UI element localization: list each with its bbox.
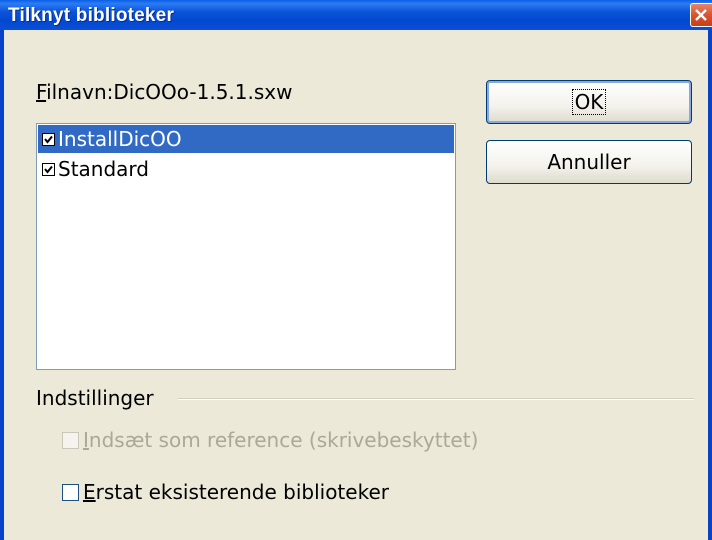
list-item-label: Standard [58,157,149,181]
list-item[interactable]: InstallDicOO [38,125,454,153]
replace-existing-checkbox[interactable] [62,483,79,501]
insert-as-reference-label: ndsæt som reference (skrivebeskyttet) [88,428,479,452]
list-item-label: InstallDicOO [58,127,182,151]
window-title: Tilknyt biblioteker [8,5,175,26]
insert-as-reference-option[interactable]: Indsæt som reference (skrivebeskyttet) [62,428,478,452]
cancel-button[interactable]: Annuller [486,140,692,184]
insert-as-reference-checkbox[interactable] [62,431,79,449]
window-border-left [0,30,4,540]
ok-button[interactable]: OK [486,80,692,124]
window-border-right [708,30,712,540]
checkbox-checked-icon[interactable] [42,132,55,146]
close-button[interactable] [690,3,712,27]
list-item[interactable]: Standard [38,155,454,183]
ok-button-label: OK [571,89,607,115]
close-icon [695,9,707,21]
replace-existing-option[interactable]: Erstat eksisterende biblioteker [62,480,389,504]
filename-label: Filnavn:DicOOo-1.5.1.sxw [36,80,293,104]
library-list[interactable]: InstallDicOO Standard [36,123,456,370]
title-bar[interactable]: Tilknyt biblioteker [0,0,712,30]
options-group-label: Indstillinger [36,386,154,410]
cancel-button-label: Annuller [547,150,631,174]
group-divider [178,398,694,400]
replace-existing-label: rstat eksisterende biblioteker [95,480,389,504]
checkbox-checked-icon[interactable] [42,162,55,176]
